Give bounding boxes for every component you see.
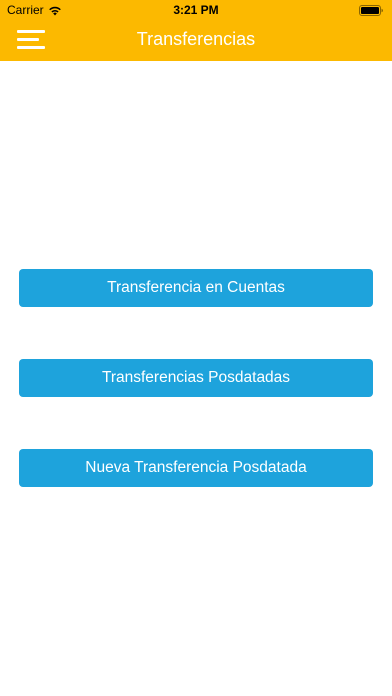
- nueva-transferencia-posdatada-button[interactable]: Nueva Transferencia Posdatada: [19, 449, 373, 487]
- transferencias-posdatadas-button[interactable]: Transferencias Posdatadas: [19, 359, 373, 397]
- navigation-bar: Transferencias: [0, 20, 392, 61]
- page-title: Transferencias: [136, 29, 256, 49]
- status-bar: Carrier 3:21 PM: [0, 0, 392, 20]
- battery-icon: [359, 5, 383, 16]
- transferencias-screen: Carrier 3:21 PM Transferencias Transfere…: [0, 0, 392, 696]
- transferencia-en-cuentas-button[interactable]: Transferencia en Cuentas: [19, 269, 373, 307]
- status-time: 3:21 PM: [173, 3, 219, 17]
- app-header: Carrier 3:21 PM Transferencias: [0, 0, 392, 61]
